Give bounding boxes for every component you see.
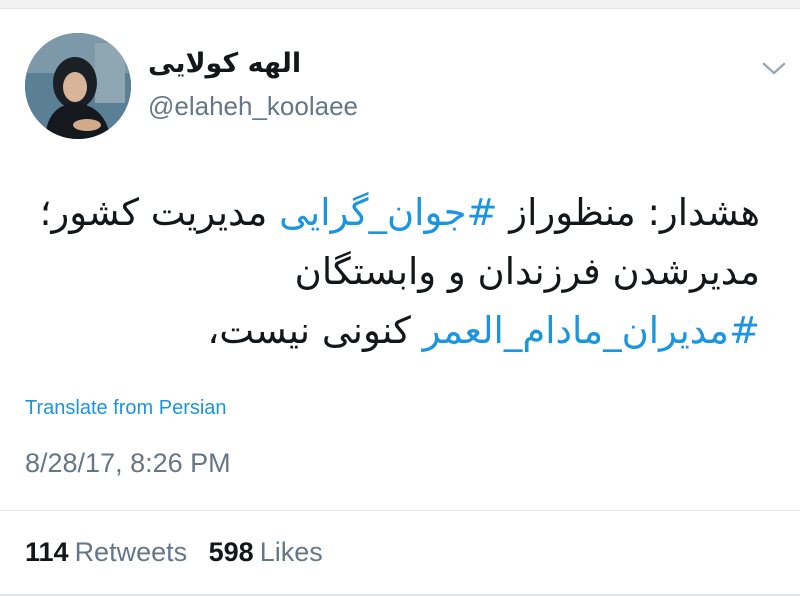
retweets-label: Retweets — [74, 537, 188, 567]
hashtag-link[interactable]: #جوان_گرایی — [279, 191, 497, 234]
likes-stat[interactable]: 598 Likes — [209, 537, 323, 567]
profile-photo — [25, 33, 131, 139]
avatar[interactable] — [25, 33, 131, 139]
retweets-count: 114 — [25, 537, 69, 567]
likes-count: 598 — [208, 537, 254, 567]
tweet-line-1: هشدار: منظوراز #جوان_گرایی مدیریت کشور؛ — [40, 183, 760, 242]
tweet-line-2: مدیرشدن فرزندان و وابستگان — [294, 250, 760, 293]
author-handle[interactable]: @elaheh_koolaee — [148, 91, 358, 122]
tweet-text-fragment: کنونی نیست، — [207, 309, 423, 352]
top-divider — [0, 0, 800, 9]
retweets-stat[interactable]: 114 Retweets — [25, 537, 187, 567]
chevron-down-icon[interactable] — [760, 58, 788, 78]
tweet-line-3: #مدیران_مادام_العمر کنونی نیست، — [40, 301, 760, 360]
stats-divider — [0, 510, 800, 511]
hashtag-link[interactable]: #مدیران_مادام_العمر — [423, 309, 760, 352]
tweet-text-fragment: هشدار: منظوراز — [497, 191, 760, 234]
translate-link[interactable]: Translate from Persian — [25, 397, 227, 420]
author-display-name[interactable]: الهه کولایی — [148, 48, 301, 79]
tweet-timestamp[interactable]: 8/28/17, 8:26 PM — [25, 448, 231, 479]
tweet-text-fragment: مدیریت کشور؛ — [39, 191, 280, 234]
tweet-stats: 114 Retweets 598 Likes — [25, 537, 337, 568]
likes-label: Likes — [259, 537, 323, 567]
tweet-text: هشدار: منظوراز #جوان_گرایی مدیریت کشور؛ … — [40, 183, 760, 360]
